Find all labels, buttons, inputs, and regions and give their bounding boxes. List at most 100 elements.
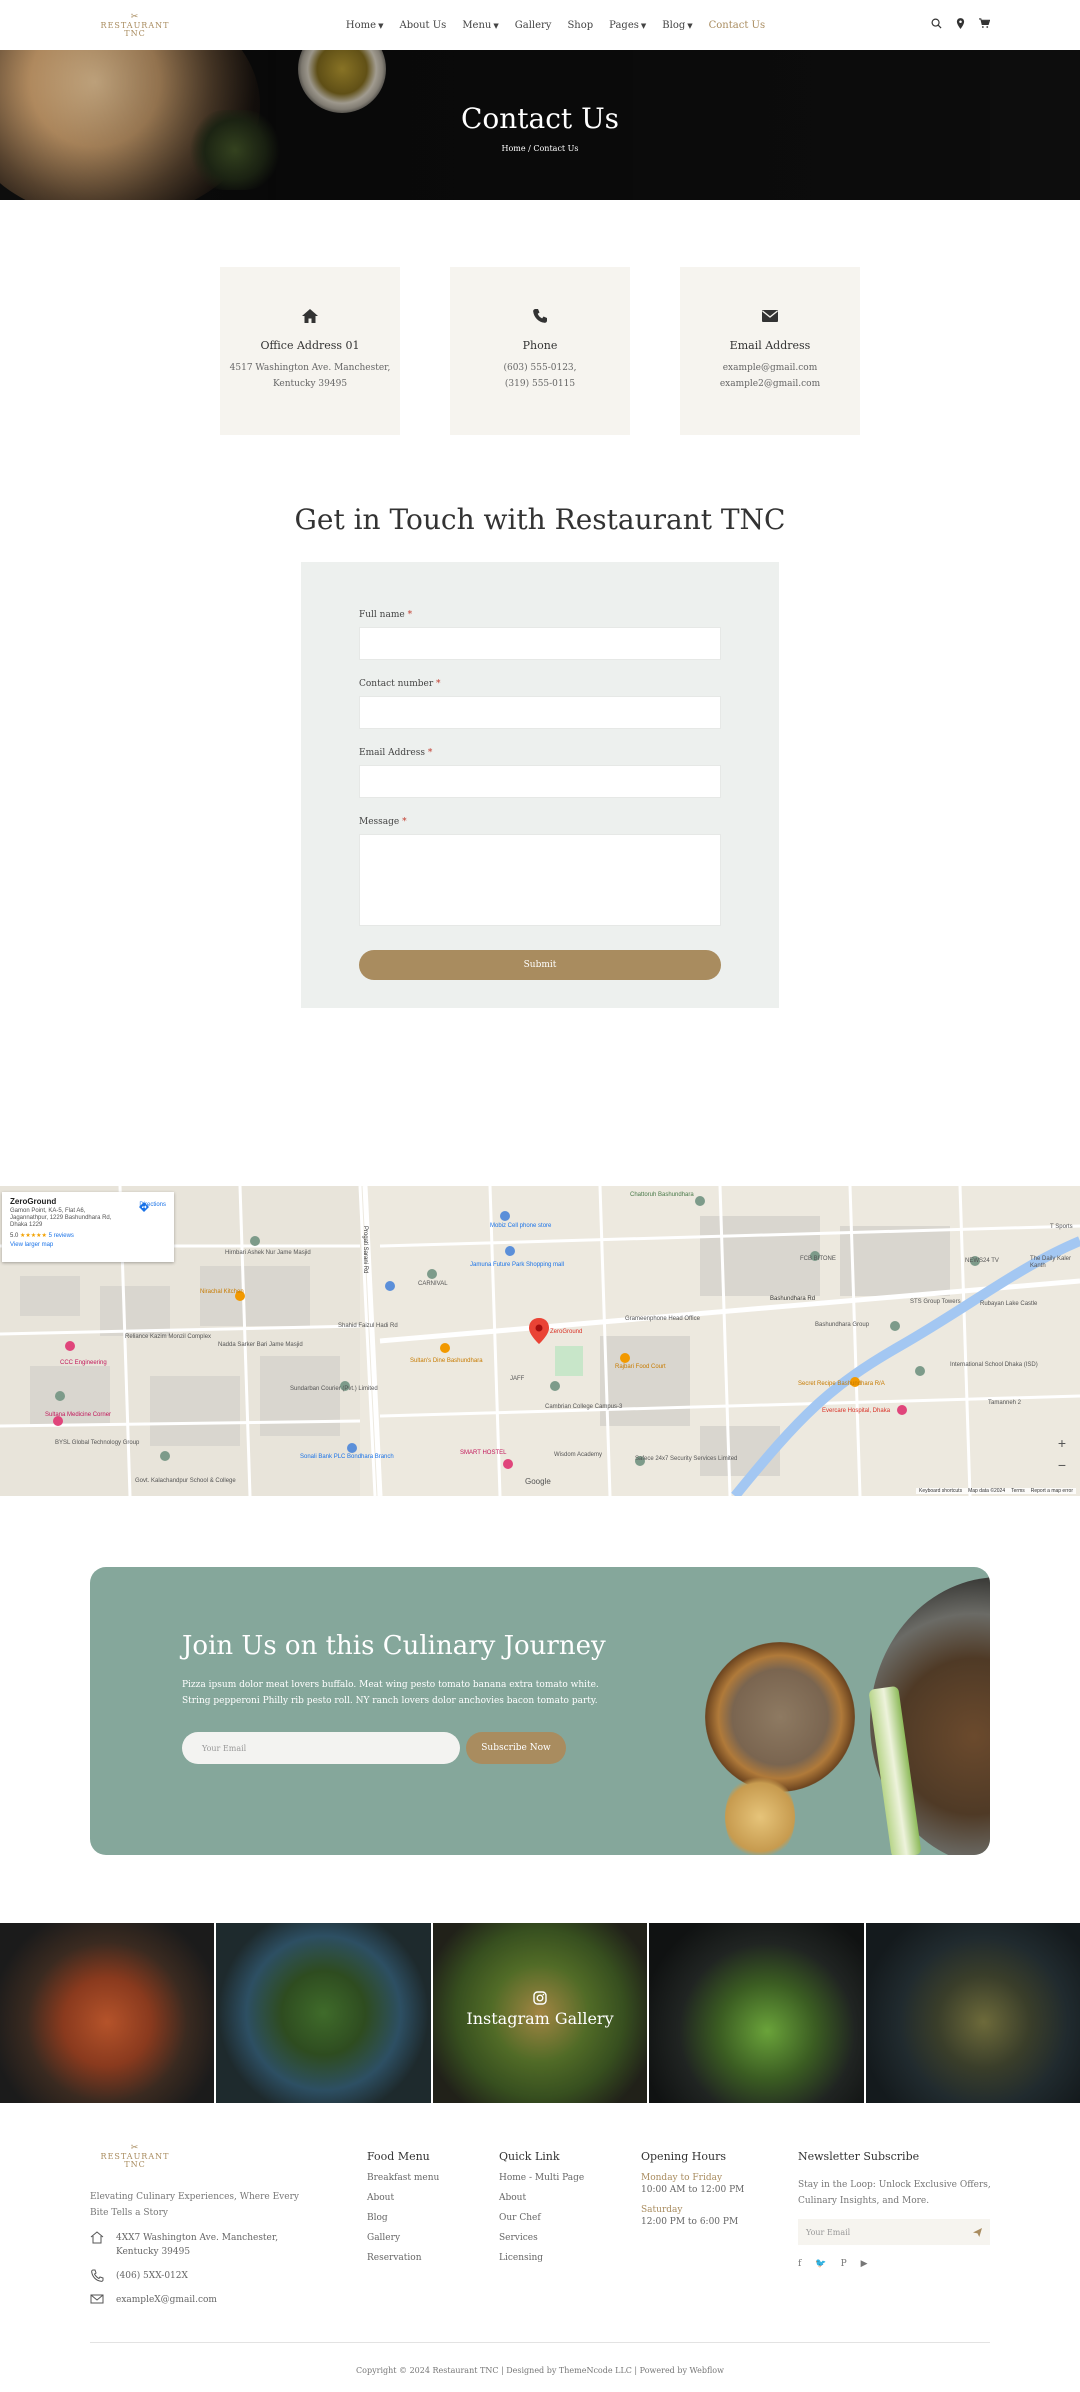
footer-news-title: Newsletter Subscribe [798,2150,920,2163]
map-label[interactable]: FCB BITONE [800,1256,836,1263]
nav-item-about-us[interactable]: About Us [399,20,446,31]
map-label[interactable]: NEWS24 TV [965,1258,999,1265]
map-label[interactable]: Nirachal Kitchen [200,1289,244,1296]
breadcrumb[interactable]: Home / Contact Us [0,144,1080,153]
map-label[interactable]: Rajbari Food Court [615,1364,666,1371]
map-label[interactable]: Evercare Hospital, Dhaka [822,1408,890,1415]
footer-quick-link[interactable]: Services [499,2233,584,2243]
nav-item-shop[interactable]: Shop [567,20,593,31]
subscribe-button[interactable]: Subscribe Now [466,1732,566,1764]
gallery-label[interactable]: Instagram Gallery [433,1991,647,2028]
info-card-line[interactable]: (603) 555-0123, [450,360,630,376]
cart-icon[interactable] [979,18,991,32]
message-textarea[interactable] [359,834,721,926]
map-label[interactable]: Secret Recipe Bashundhara R/A [798,1381,885,1388]
map-label[interactable]: Nadda Sarker Bari Jame Masjid [218,1342,303,1349]
map-label[interactable]: JAFF [510,1376,524,1383]
map-label[interactable]: Rubayan Lake Castle [980,1301,1037,1308]
view-larger-map-link[interactable]: View larger map [10,1242,166,1248]
footer-quick-link[interactable]: Home - Multi Page [499,2173,584,2183]
footer-quick-link[interactable]: About [499,2193,584,2203]
map-label[interactable]: Wisdom Academy [554,1452,602,1459]
map-label[interactable]: Sultan's Dine Bashundhara [410,1358,483,1365]
gallery-image-salad[interactable]: Instagram Gallery [432,1923,648,2103]
directions-button[interactable]: Directions [139,1202,166,1212]
twitter-icon[interactable]: 🐦 [815,2259,826,2269]
brand-logo[interactable]: ✂ RESTAURANT TNC [90,12,180,38]
gallery-image-bowl[interactable] [649,1923,864,2103]
map-label[interactable]: ZeroGround [550,1329,582,1336]
pinterest-icon[interactable]: P [841,2259,847,2269]
info-card-line[interactable]: example2@gmail.com [680,376,860,392]
footer-menu-link[interactable]: Blog [367,2213,439,2223]
footer-email-input[interactable]: Your Email [798,2219,990,2245]
map-label[interactable]: The Daily Kaler Kanth [1030,1256,1080,1270]
map-label[interactable]: Cambrian College Campus-3 [545,1404,622,1411]
map-footer-link[interactable]: Report a map error [1031,1488,1073,1494]
footer-menu-link[interactable]: Breakfast menu [367,2173,439,2183]
footer-logo[interactable]: ✂ RESTAURANT TNC [90,2144,180,2169]
map-label[interactable]: Sundarban Courier (Pvt.) Limited [290,1386,378,1393]
map-label[interactable]: Hirnbari Ashek Nur Jame Masjid [225,1250,311,1257]
map-label[interactable]: STS Group Towers [910,1299,961,1306]
facebook-icon[interactable]: f [798,2259,801,2269]
map-label[interactable]: T Sports [1050,1224,1073,1231]
full-name-input[interactable] [359,627,721,660]
footer-menu-link[interactable]: About [367,2193,439,2203]
location-pin-icon[interactable] [956,18,965,32]
reviews-link[interactable]: 5 reviews [49,1233,74,1239]
footer-menu-link[interactable]: Reservation [367,2253,439,2263]
map-label[interactable]: Grameenphone Head Office [625,1316,700,1323]
info-card-line[interactable]: example@gmail.com [680,360,860,376]
map-label[interactable]: Reliance Kazim Monzil Complex [125,1334,211,1341]
footer-phone-text[interactable]: (406) 5XX-012X [116,2269,188,2283]
nav-item-gallery[interactable]: Gallery [515,20,552,31]
footer-quick-link[interactable]: Licensing [499,2253,584,2263]
map-label[interactable]: Shahid Faizul Hadi Rd [338,1323,398,1330]
map-label[interactable]: Sonali Bank PLC Bondhara Branch [300,1454,394,1461]
send-icon[interactable] [973,2227,982,2237]
gallery-image-greens[interactable] [216,1923,431,2103]
map-footer-link[interactable]: Map data ©2024 [968,1488,1005,1494]
map-label[interactable]: Chattoruh Bashundhara [630,1192,694,1199]
map-label[interactable]: Bashundhara Rd [770,1296,815,1303]
search-icon[interactable] [931,18,942,32]
nav-item-home[interactable]: Home ▼ [346,20,384,31]
footer-quick-link[interactable]: Our Chef [499,2213,584,2223]
map-label[interactable]: Bashundhara Group [815,1322,869,1329]
gallery-image-biryani[interactable] [0,1923,215,2103]
banner-pan-image [705,1642,855,1792]
youtube-icon[interactable]: ▶ [861,2259,868,2269]
map-footer-link[interactable]: Terms [1011,1488,1025,1494]
info-card-line[interactable]: (319) 555-0115 [450,376,630,392]
contact-number-input[interactable] [359,696,721,729]
map-label[interactable]: Govt. Kalachandpur School & College [135,1478,236,1485]
map-label[interactable]: BYSL Global Technology Group [55,1440,139,1447]
map-label[interactable]: Jamuna Future Park Shopping mall [470,1262,564,1269]
nav-item-pages[interactable]: Pages ▼ [609,20,646,31]
map-footer-link[interactable]: Keyboard shortcuts [919,1488,962,1494]
map-label[interactable]: Safece 24x7 Security Services Limited [635,1456,737,1463]
gallery-image-spices[interactable] [865,1923,1080,2103]
submit-button[interactable]: Submit [359,950,721,980]
banner-email-input[interactable]: Your Email [182,1732,460,1764]
nav-item-blog[interactable]: Blog ▼ [662,20,692,31]
nav-item-menu[interactable]: Menu ▼ [462,20,498,31]
map-label[interactable]: Mobiz Cell phone store [490,1223,551,1230]
map-label[interactable]: Sultana Medicine Corner [45,1412,111,1419]
map-embed[interactable]: Chattoruh Bashundhara Hirnbari Ashek Nur … [0,1186,1080,1496]
email-address-input[interactable] [359,765,721,798]
info-card-line[interactable]: Kentucky 39495 [220,376,400,392]
zoom-out-button[interactable]: − [1052,1454,1072,1476]
nav-item-contact-us[interactable]: Contact Us [709,20,765,31]
map-label[interactable]: International School Dhaka (ISD) [950,1362,1038,1369]
map-label[interactable]: Tamanneh 2 [988,1400,1021,1407]
footer-menu-link[interactable]: Gallery [367,2233,439,2243]
footer-email-text[interactable]: exampleX@gmail.com [116,2293,217,2307]
map-label[interactable]: CARNIVAL [418,1281,448,1288]
info-card-line[interactable]: 4517 Washington Ave. Manchester, [220,360,400,376]
map-label[interactable]: CCC Engineering [60,1360,107,1367]
map-label[interactable]: Progati Sarani Rd [361,1226,368,1273]
zoom-in-button[interactable]: + [1052,1432,1072,1454]
map-label[interactable]: SMART HOSTEL [460,1450,506,1457]
